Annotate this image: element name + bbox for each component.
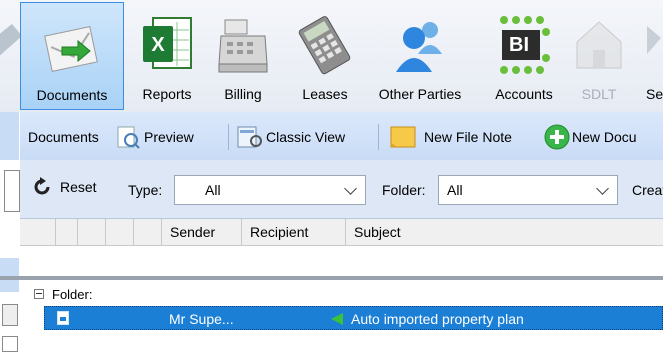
folder-label: Folder: — [382, 182, 426, 198]
cash-register-icon — [215, 14, 271, 76]
people-icon — [392, 14, 448, 76]
created-label: Create — [632, 182, 663, 198]
partial-right-icon — [641, 14, 663, 76]
ribbon-accounts-label: Accounts — [495, 86, 553, 102]
partial-icon — [0, 14, 22, 76]
column-header[interactable] — [56, 219, 78, 245]
ribbon-item-partial[interactable] — [0, 0, 22, 112]
sent-arrow-icon — [331, 313, 343, 325]
collapse-icon[interactable] — [34, 289, 44, 299]
chevron-down-icon — [596, 182, 609, 195]
preview-button[interactable]: Preview — [116, 124, 194, 150]
magnifier-icon — [116, 125, 140, 149]
excel-icon: X — [139, 14, 195, 76]
ribbon-accounts-button[interactable]: BI Accounts — [484, 0, 564, 112]
ribbon-reports-button[interactable]: X Reports — [132, 0, 202, 112]
ribbon-partial-right-label: Se — [646, 86, 663, 102]
svg-text:X: X — [151, 34, 165, 56]
group-folder-label: Folder: — [52, 287, 93, 302]
ribbon-other-parties-label: Other Parties — [378, 86, 462, 102]
folder-select[interactable]: All — [438, 175, 618, 205]
ribbon-partial-right-button[interactable]: Se — [640, 0, 663, 112]
column-header[interactable] — [78, 219, 106, 245]
bi-icon-text: BI — [509, 34, 529, 56]
reset-label: Reset — [60, 179, 97, 195]
toolbar-separator — [228, 124, 229, 150]
classic-view-button[interactable]: Classic View — [236, 124, 345, 150]
ribbon-other-parties-button[interactable]: Other Parties — [368, 0, 472, 112]
column-header[interactable] — [134, 219, 162, 245]
column-header-recipient[interactable]: Recipient — [242, 219, 346, 245]
row-subject: Auto imported property plan — [351, 311, 524, 327]
note-icon — [390, 125, 416, 149]
left-panel-header-2 — [0, 258, 19, 292]
type-select-value: All — [205, 182, 221, 198]
column-header[interactable] — [106, 219, 134, 245]
left-panel-dropdown[interactable] — [2, 304, 18, 326]
ribbon-documents-label: Documents — [36, 87, 108, 103]
grid-header: Sender Recipient Subject — [20, 219, 663, 246]
toolbar-title: Documents — [28, 129, 99, 145]
column-header[interactable] — [20, 219, 56, 245]
row-sender: Mr Supe... — [169, 311, 234, 327]
ribbon-billing-label: Billing — [224, 86, 262, 102]
bi-icon: BI — [496, 14, 552, 76]
new-file-note-label: New File Note — [424, 129, 512, 145]
ribbon-leases-label: Leases — [302, 86, 348, 102]
left-panel-checkbox[interactable] — [2, 336, 18, 352]
ribbon-leases-button[interactable]: Leases — [292, 0, 358, 112]
calculator-icon — [297, 14, 353, 76]
add-icon — [544, 124, 570, 150]
type-label: Type: — [128, 182, 163, 198]
ribbon: Documents X Reports Billing Leases Other… — [0, 0, 663, 112]
toolbar-separator — [378, 124, 379, 150]
table-row[interactable]: Mr Supe... Auto imported property plan — [44, 306, 663, 330]
column-header-subject[interactable]: Subject — [346, 219, 663, 245]
preview-label: Preview — [144, 129, 194, 145]
grid-empty-area — [20, 246, 663, 276]
left-panel-input[interactable] — [4, 170, 20, 212]
new-file-note-button[interactable]: New File Note — [390, 124, 512, 150]
folder-select-value: All — [447, 182, 463, 198]
left-panel-header — [0, 112, 19, 160]
chevron-down-icon — [344, 182, 357, 195]
column-header-sender[interactable]: Sender — [162, 219, 242, 245]
classic-view-label: Classic View — [266, 129, 346, 145]
ribbon-sdlt-label: SDLT — [581, 86, 617, 102]
classic-view-icon — [236, 125, 262, 149]
documents-toolbar: Documents Preview Classic View New File … — [20, 112, 663, 161]
documents-icon — [44, 17, 100, 79]
ribbon-reports-label: Reports — [142, 86, 192, 102]
ribbon-documents-button[interactable]: Documents — [20, 2, 124, 110]
reset-button[interactable]: Reset — [32, 177, 97, 197]
left-panel-edge — [0, 112, 21, 354]
new-document-label: New Docu — [572, 129, 637, 145]
ribbon-billing-button[interactable]: Billing — [210, 0, 276, 112]
type-select[interactable]: All — [174, 175, 366, 205]
refresh-icon — [32, 177, 52, 197]
ribbon-sdlt-button[interactable]: SDLT — [574, 0, 624, 112]
document-icon — [57, 311, 69, 325]
sdlt-house-icon — [571, 14, 627, 76]
new-document-button[interactable]: New Docu — [544, 124, 637, 150]
filter-bar: Reset Type: All Folder: All Create — [20, 160, 663, 219]
